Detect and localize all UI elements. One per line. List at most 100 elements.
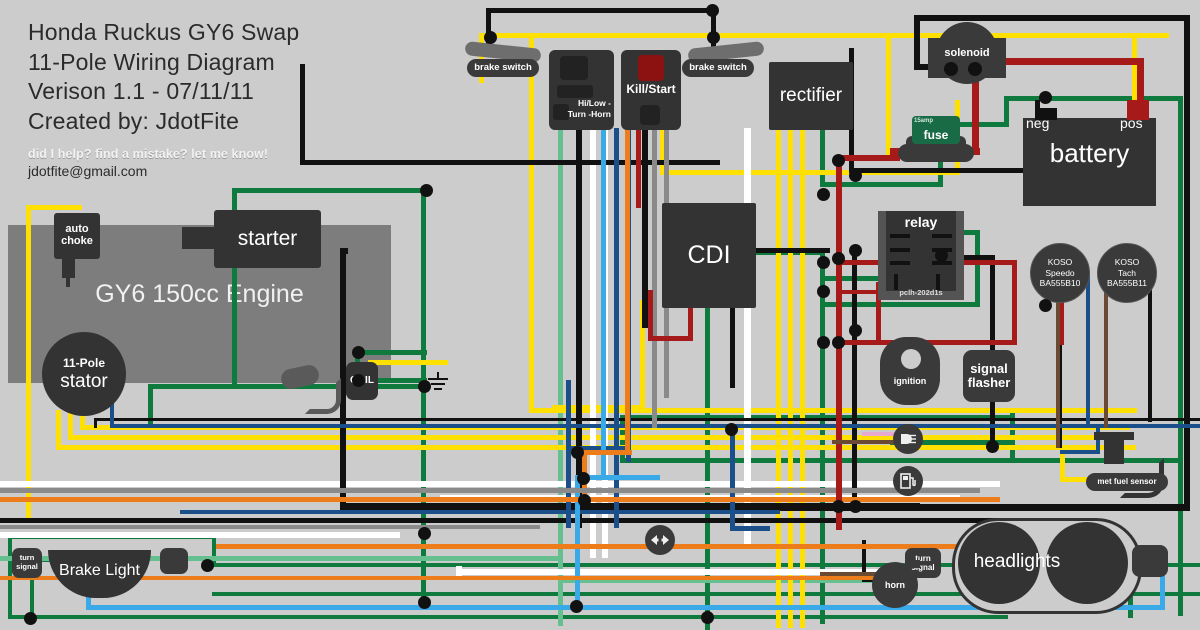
wire-white bbox=[590, 128, 596, 558]
wire-black bbox=[486, 8, 716, 13]
koso-tach-line2: Tach bbox=[1118, 267, 1136, 278]
junction-node bbox=[849, 324, 862, 337]
wire-yellow bbox=[368, 360, 448, 365]
ignition-label: ignition bbox=[893, 376, 927, 386]
feedback-note: did I help? find a mistake? let me know! bbox=[28, 146, 269, 161]
wire-green bbox=[1004, 96, 1183, 101]
wire-grey bbox=[0, 525, 540, 529]
battery-pos-label: pos bbox=[1120, 115, 1143, 131]
brake-light-connector-right bbox=[160, 548, 188, 574]
relay-pin bbox=[890, 234, 910, 238]
wire-red bbox=[648, 290, 653, 340]
stator-pole-label: 11-Pole bbox=[62, 355, 106, 370]
start-button[interactable] bbox=[640, 105, 660, 125]
battery-neg-label: neg bbox=[1026, 115, 1050, 131]
wire-green bbox=[820, 302, 980, 307]
relay-part-number: pclh-202d1s bbox=[899, 288, 943, 297]
junction-node bbox=[832, 336, 845, 349]
hilow-label-1: Hi/Low - bbox=[577, 98, 611, 108]
title-line-1: Honda Ruckus GY6 Swap bbox=[28, 19, 300, 45]
stator-component[interactable]: 11-Pole stator bbox=[42, 332, 126, 416]
horn-component[interactable]: horn bbox=[872, 562, 918, 608]
junction-node bbox=[832, 500, 845, 513]
fuel-gauge-icon bbox=[900, 473, 916, 489]
wire-black bbox=[1148, 288, 1152, 422]
wire-green bbox=[620, 458, 1180, 463]
brake-switch-right[interactable]: brake switch bbox=[682, 59, 754, 77]
junction-node bbox=[352, 346, 365, 359]
solenoid-label: solenoid bbox=[944, 47, 990, 59]
met-fuel-sensor-label: met fuel sensor bbox=[1086, 473, 1168, 491]
auto-choke-component[interactable]: auto choke bbox=[54, 213, 100, 259]
wire-orange bbox=[216, 544, 960, 549]
junction-node bbox=[849, 169, 862, 182]
junction-node bbox=[707, 31, 720, 44]
turn-signal-front-right-lamp[interactable] bbox=[1132, 545, 1168, 577]
turn-signal-rear-line2: signal bbox=[16, 562, 38, 571]
koso-speedo-line1: KOSO bbox=[1047, 257, 1073, 268]
wire-blue bbox=[1060, 450, 1100, 454]
junction-node bbox=[418, 527, 431, 540]
ignition-switch[interactable] bbox=[880, 337, 940, 405]
horn-bracket bbox=[912, 560, 920, 568]
relay-label: relay bbox=[904, 214, 938, 230]
koso-speedo-gauge[interactable]: KOSO Speedo BA555B10 bbox=[1030, 243, 1090, 303]
signal-flasher-line2: flasher bbox=[967, 375, 1011, 390]
koso-tach-gauge[interactable]: KOSO Tach BA555B11 bbox=[1097, 243, 1157, 303]
brake-switch-left[interactable]: brake switch bbox=[467, 59, 539, 77]
wire-white bbox=[0, 532, 400, 538]
junction-node bbox=[832, 154, 845, 167]
wire-yellow bbox=[886, 34, 891, 154]
met-fuel-sensor-text: met fuel sensor bbox=[1097, 477, 1157, 486]
solenoid-component[interactable]: solenoid bbox=[936, 22, 998, 84]
brake-switch-right-label: brake switch bbox=[689, 62, 747, 74]
junction-node bbox=[832, 252, 845, 265]
kill-start-label: Kill/Start bbox=[626, 82, 676, 96]
junction-node bbox=[817, 188, 830, 201]
junction-node bbox=[201, 559, 214, 572]
wiring-diagram-canvas: GY6 150cc Engine 11-Pole stator auto cho… bbox=[0, 0, 1200, 630]
wire-brown bbox=[1104, 288, 1108, 428]
turn-signal-arrows-icon bbox=[651, 535, 669, 545]
title-line-2: 11-Pole Wiring Diagram bbox=[28, 48, 275, 75]
author-email: jdotfite@gmail.com bbox=[28, 162, 148, 179]
wire-yellow bbox=[479, 33, 1169, 38]
title-line-3: Verison 1.1 - 07/11/11 bbox=[28, 78, 255, 105]
wire-orange bbox=[625, 128, 630, 453]
high-beam-icon bbox=[901, 434, 916, 444]
wire-blue bbox=[180, 510, 780, 514]
rectifier-component[interactable]: rectifier bbox=[769, 62, 853, 130]
wire-green bbox=[8, 615, 1008, 619]
stator-label: stator bbox=[60, 370, 108, 392]
cdi-component[interactable]: CDI bbox=[662, 203, 756, 308]
wire-red bbox=[1012, 260, 1017, 345]
rectifier-label: rectifier bbox=[779, 85, 843, 107]
wire-black bbox=[94, 418, 354, 421]
wire-grey bbox=[652, 128, 657, 428]
junction-node bbox=[935, 249, 948, 262]
junction-node bbox=[352, 374, 365, 387]
hilow-button-top[interactable] bbox=[560, 56, 588, 80]
solenoid-terminal-neg bbox=[944, 62, 958, 76]
hilow-label-2: Turn -Horn bbox=[567, 108, 611, 119]
signal-flasher-line1: signal bbox=[970, 360, 1008, 376]
koso-tach-line3: BA555B11 bbox=[1106, 278, 1147, 289]
headlights-label: headlights bbox=[973, 551, 1061, 572]
junction-node bbox=[418, 380, 431, 393]
turn-signal-rear[interactable]: turn signal bbox=[12, 548, 42, 578]
junction-node bbox=[577, 472, 590, 485]
wire-black bbox=[340, 248, 348, 254]
kill-switch-button[interactable] bbox=[638, 55, 664, 81]
wire-yellow bbox=[26, 325, 31, 523]
fuse-rating-label: 15amp bbox=[914, 118, 934, 124]
wire-yellow bbox=[800, 128, 805, 628]
spark-plug-wire bbox=[305, 378, 341, 414]
relay-pin bbox=[936, 274, 940, 290]
wire-black bbox=[852, 248, 857, 508]
turn-rocker[interactable] bbox=[557, 85, 593, 98]
starter-component[interactable]: starter bbox=[214, 210, 321, 268]
brake-switch-left-label: brake switch bbox=[474, 62, 532, 74]
junction-node bbox=[817, 336, 830, 349]
signal-flasher-component[interactable]: signal flasher bbox=[963, 350, 1015, 402]
junction-node bbox=[484, 31, 497, 44]
